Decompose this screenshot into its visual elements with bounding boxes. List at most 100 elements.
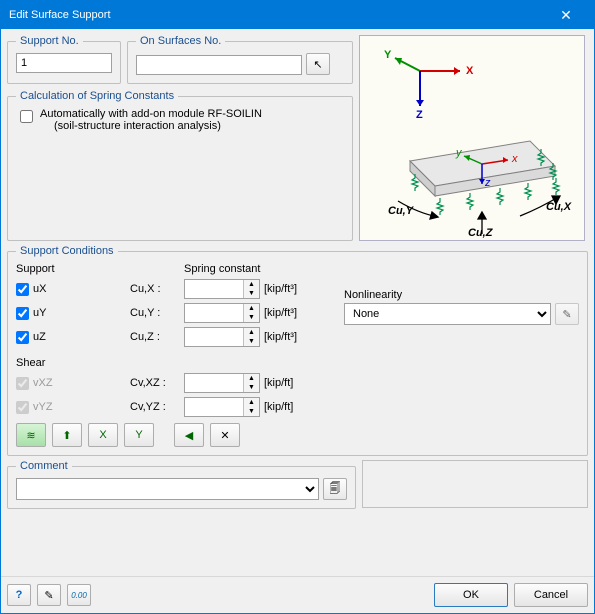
- vxz-coef: Cv,XZ :: [130, 377, 180, 389]
- up-arrow-icon[interactable]: ▲: [244, 280, 259, 289]
- comment-library-button[interactable]: 🗐: [323, 478, 347, 500]
- svg-text:z: z: [484, 177, 491, 189]
- diagram-panel: X Y Z x y: [359, 35, 585, 241]
- preset-fixed-button[interactable]: ⬆: [52, 423, 82, 447]
- svg-text:Cu,Z: Cu,Z: [468, 227, 494, 239]
- edit-icon: ✎: [562, 308, 571, 321]
- support-conditions-legend: Support Conditions: [16, 245, 118, 257]
- uy-label: uY: [33, 307, 46, 319]
- window-title: Edit Surface Support: [9, 9, 546, 21]
- help-icon: ?: [16, 589, 23, 601]
- spring-constant-header: Spring constant: [184, 263, 326, 275]
- up-arrow-icon[interactable]: ▲: [244, 328, 259, 337]
- vxz-checkbox: [16, 377, 29, 390]
- preset-springs-button[interactable]: ≋: [16, 423, 46, 447]
- support-header: Support: [16, 263, 126, 275]
- support-no-legend: Support No.: [16, 35, 83, 47]
- comment-input[interactable]: [16, 478, 319, 500]
- uz-checkbox[interactable]: [16, 331, 29, 344]
- preset-sound-button[interactable]: ◀: [174, 423, 204, 447]
- vxz-spring-input[interactable]: ▲▼: [184, 373, 260, 393]
- uz-row[interactable]: uZ: [16, 331, 126, 344]
- uz-unit: [kip/ft³]: [264, 331, 297, 343]
- svg-text:Z: Z: [416, 109, 423, 121]
- uy-unit: [kip/ft³]: [264, 307, 297, 319]
- details-button[interactable]: ✎: [37, 584, 61, 606]
- down-arrow-icon[interactable]: ▼: [244, 337, 259, 346]
- nonlinearity-edit-button[interactable]: ✎: [555, 303, 579, 325]
- ux-icon: X: [99, 429, 106, 441]
- library-icon: 🗐: [330, 480, 341, 499]
- nonlinearity-select[interactable]: None: [344, 303, 551, 325]
- fixed-icon: ⬆: [62, 429, 71, 442]
- svg-text:Cu,X: Cu,X: [546, 201, 572, 213]
- down-arrow-icon[interactable]: ▼: [244, 407, 259, 416]
- support-conditions-fieldset: Support Conditions Support Spring consta…: [7, 245, 588, 456]
- svg-text:Cu,Y: Cu,Y: [388, 205, 415, 217]
- dialog-footer: ? ✎ 0.00 OK Cancel: [1, 576, 594, 613]
- nonlinearity-label: Nonlinearity: [344, 289, 579, 301]
- dialog-body: Support No. On Surfaces No. ↖ Calculatio…: [1, 29, 594, 576]
- support-no-fieldset: Support No.: [7, 35, 121, 84]
- down-arrow-icon[interactable]: ▼: [244, 383, 259, 392]
- uy-row[interactable]: uY: [16, 307, 126, 320]
- help-button[interactable]: ?: [7, 584, 31, 606]
- svg-text:x: x: [511, 153, 518, 165]
- ux-unit: [kip/ft³]: [264, 283, 297, 295]
- details-icon: ✎: [44, 589, 53, 602]
- uy-spring-input[interactable]: ▲▼: [184, 303, 260, 323]
- ok-button[interactable]: OK: [434, 583, 508, 607]
- up-arrow-icon[interactable]: ▲: [244, 374, 259, 383]
- vxz-unit: [kip/ft]: [264, 377, 293, 389]
- on-surfaces-input[interactable]: [136, 55, 302, 75]
- svg-text:Y: Y: [384, 49, 392, 61]
- rf-soilin-checkbox-label[interactable]: Automatically with add-on module RF-SOIL…: [16, 108, 344, 132]
- preset-buttons-row: ≋ ⬆ X Y ◀ ✕: [16, 423, 579, 447]
- ux-row[interactable]: uX: [16, 283, 126, 296]
- ux-checkbox[interactable]: [16, 283, 29, 296]
- pointer-icon: ↖: [313, 58, 322, 71]
- uy-coef: Cu,Y :: [130, 307, 180, 319]
- uy-checkbox[interactable]: [16, 307, 29, 320]
- support-no-input[interactable]: [16, 53, 112, 73]
- vyz-unit: [kip/ft]: [264, 401, 293, 413]
- ux-coef: Cu,X :: [130, 283, 180, 295]
- vxz-label: vXZ: [33, 377, 53, 389]
- vyz-row: vYZ: [16, 401, 126, 414]
- preset-ux-button[interactable]: X: [88, 423, 118, 447]
- down-arrow-icon[interactable]: ▼: [244, 313, 259, 322]
- comment-legend: Comment: [16, 460, 72, 472]
- up-arrow-icon[interactable]: ▲: [244, 304, 259, 313]
- uy-icon: Y: [135, 429, 142, 441]
- vyz-label: vYZ: [33, 401, 53, 413]
- preset-none-button[interactable]: ✕: [210, 423, 240, 447]
- left-stack: Support No. On Surfaces No. ↖ Calculatio…: [7, 35, 353, 241]
- svg-text:X: X: [466, 65, 474, 77]
- shear-header: Shear: [16, 357, 326, 369]
- rf-soilin-subtext: (soil-structure interaction analysis): [54, 120, 262, 132]
- springs-icon: ≋: [26, 429, 35, 442]
- on-surfaces-legend: On Surfaces No.: [136, 35, 225, 47]
- rf-soilin-checkbox[interactable]: [20, 110, 33, 123]
- up-arrow-icon[interactable]: ▲: [244, 398, 259, 407]
- ux-label: uX: [33, 283, 46, 295]
- pick-surfaces-button[interactable]: ↖: [306, 53, 330, 75]
- calc-fieldset: Calculation of Spring Constants Automati…: [7, 90, 353, 241]
- vyz-spring-input[interactable]: ▲▼: [184, 397, 260, 417]
- uz-spring-input[interactable]: ▲▼: [184, 327, 260, 347]
- ux-spring-input[interactable]: ▲▼: [184, 279, 260, 299]
- rf-soilin-text: Automatically with add-on module RF-SOIL…: [40, 108, 262, 120]
- titlebar: Edit Surface Support ✕: [1, 1, 594, 29]
- cancel-button[interactable]: Cancel: [514, 583, 588, 607]
- vxz-row: vXZ: [16, 377, 126, 390]
- calc-legend: Calculation of Spring Constants: [16, 90, 178, 102]
- uz-label: uZ: [33, 331, 46, 343]
- down-arrow-icon[interactable]: ▼: [244, 289, 259, 298]
- comment-fieldset: Comment 🗐: [7, 460, 356, 509]
- dialog-window: Edit Surface Support ✕ Support No. On Su…: [0, 0, 595, 614]
- top-row: Support No. On Surfaces No. ↖ Calculatio…: [7, 35, 588, 241]
- close-icon[interactable]: ✕: [546, 7, 586, 24]
- units-button[interactable]: 0.00: [67, 584, 91, 606]
- preset-uy-button[interactable]: Y: [124, 423, 154, 447]
- speaker-icon: ◀: [185, 429, 193, 442]
